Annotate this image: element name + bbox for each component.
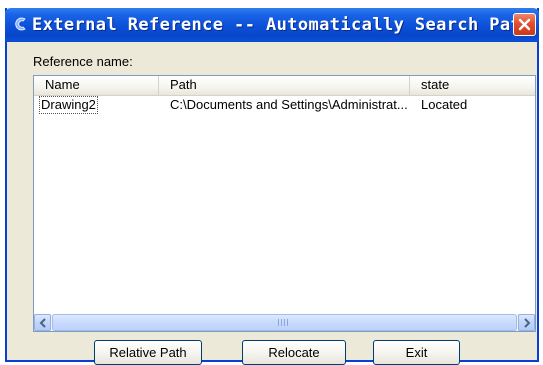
reference-list[interactable]: Name Path state Drawing2 C:\Documents an… (33, 75, 536, 332)
external-reference-dialog: External Reference -- Automatically Sear… (5, 8, 539, 365)
close-icon (518, 18, 531, 31)
horizontal-scrollbar[interactable] (34, 314, 535, 331)
window-title: External Reference -- Automatically Sear… (32, 15, 532, 35)
relocate-button[interactable]: Relocate (242, 340, 346, 365)
grip-icon (278, 319, 288, 327)
app-icon (14, 17, 28, 31)
column-header-path[interactable]: Path (159, 76, 410, 95)
row-path-cell: C:\Documents and Settings\Administrat... (170, 97, 408, 112)
row-name-cell[interactable]: Drawing2 (39, 96, 98, 114)
column-header-name[interactable]: Name (34, 76, 159, 95)
close-button[interactable] (513, 13, 536, 36)
scroll-thumb[interactable] (52, 314, 517, 331)
left-arrow-icon (39, 318, 46, 328)
row-state-cell: Located (421, 97, 468, 112)
relative-path-button[interactable]: Relative Path (94, 340, 202, 365)
reference-name-label: Reference name: (33, 54, 133, 69)
scroll-right-button[interactable] (518, 314, 535, 331)
scroll-left-button[interactable] (34, 314, 51, 331)
column-header-state[interactable]: state (410, 76, 535, 95)
title-bar[interactable]: External Reference -- Automatically Sear… (5, 8, 539, 42)
exit-button[interactable]: Exit (373, 340, 460, 365)
list-header: Name Path state (34, 76, 535, 96)
right-arrow-icon (524, 318, 531, 328)
list-row[interactable]: Drawing2 C:\Documents and Settings\Admin… (34, 96, 535, 114)
